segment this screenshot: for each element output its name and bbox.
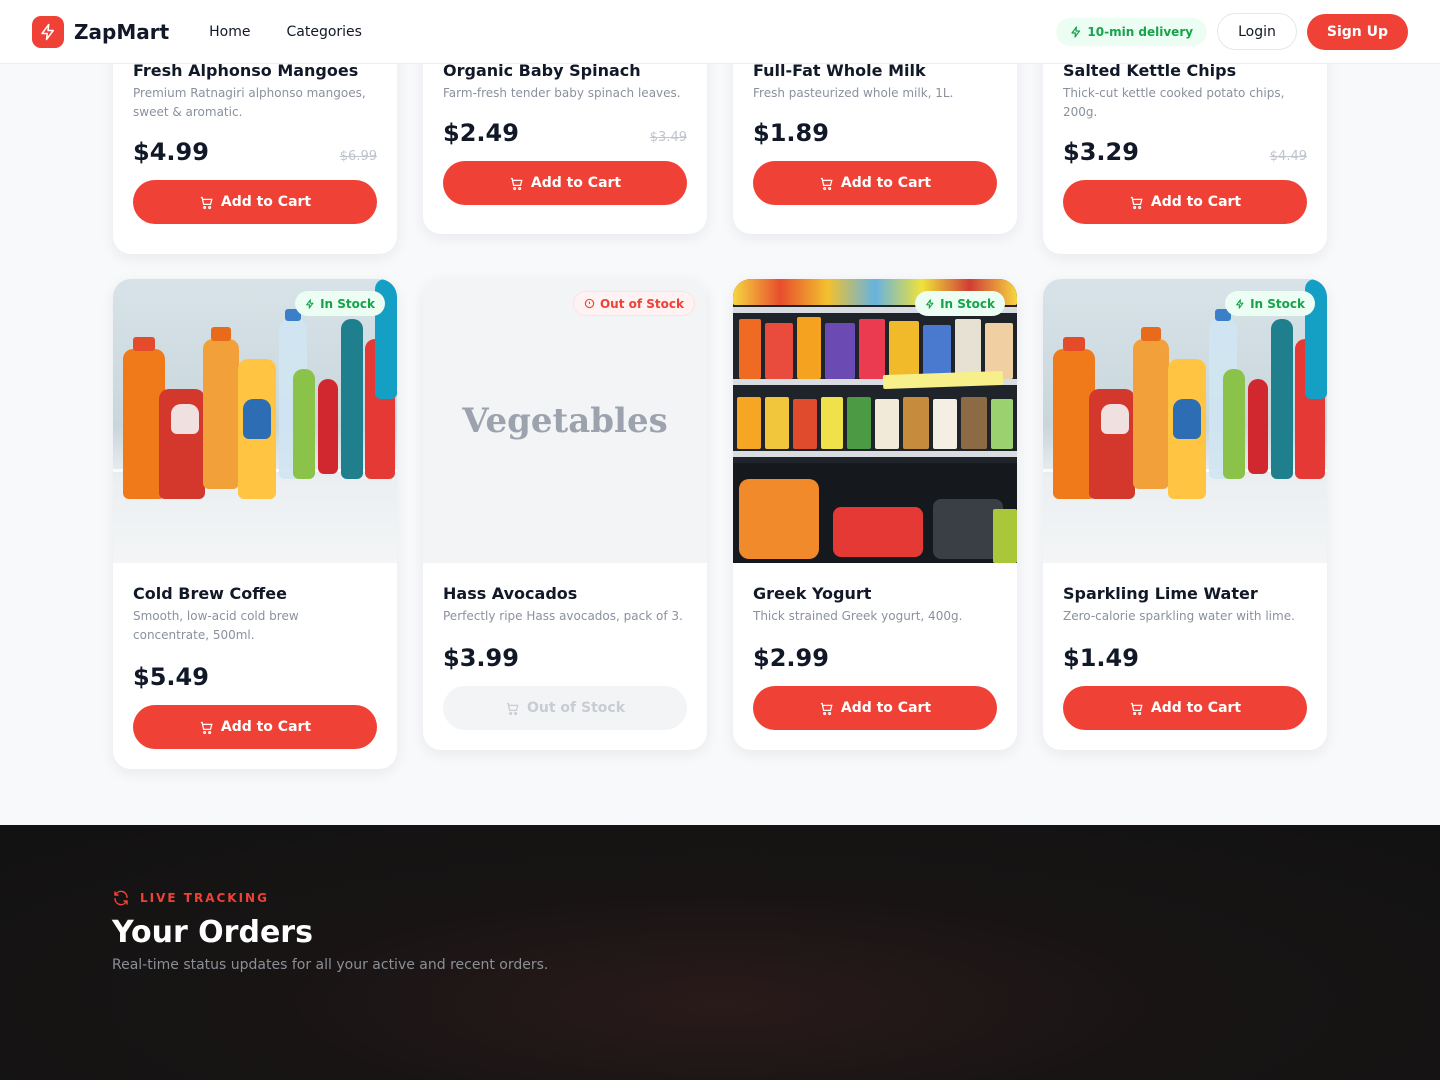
out-of-stock-label: Out of Stock — [526, 700, 626, 716]
product-description: Thick strained Greek yogurt, 400g. — [753, 609, 963, 623]
product-description: Farm-fresh tender baby spinach leaves. — [443, 86, 681, 100]
stock-badge-label: In Stock — [1250, 296, 1305, 311]
product-description: Zero-calorie sparkling water with lime. — [1063, 609, 1295, 623]
nav-link-home[interactable]: Home — [209, 24, 250, 40]
cart-icon — [820, 177, 833, 190]
cart-icon — [506, 702, 519, 715]
stock-badge-label: Out of Stock — [599, 296, 684, 311]
add-to-cart-label: Add to Cart — [840, 175, 932, 191]
add-to-cart-button[interactable]: Add to Cart — [133, 705, 377, 749]
stock-badge-label: In Stock — [940, 296, 995, 311]
orders-title: Your Orders — [112, 915, 313, 950]
lightning-icon — [32, 15, 64, 48]
cart-icon — [1130, 196, 1143, 209]
delivery-badge-label: 10-min delivery — [1087, 24, 1194, 39]
product-description: Premium Ratnagiri alphonso mangoes, swee… — [133, 86, 366, 119]
stock-badge: In Stock — [1225, 291, 1315, 316]
lightning-icon — [306, 298, 314, 309]
add-to-cart-button[interactable]: Add to Cart — [1063, 686, 1307, 730]
product-card: In Stock Greek Yogurt Thick strained Gre… — [733, 279, 1017, 750]
orders-subtitle: Real-time status updates for all your ac… — [112, 957, 549, 973]
alert-circle-icon — [584, 298, 595, 309]
brand-logo[interactable]: ZapMart — [32, 15, 170, 48]
product-price: $3.99 — [443, 644, 519, 672]
add-to-cart-button[interactable]: Add to Cart — [133, 180, 377, 224]
orders-section: LIVE TRACKING Your Orders Real-time stat… — [0, 825, 1440, 1080]
out-of-stock-button[interactable]: Out of Stock — [443, 686, 687, 730]
placeholder-label: Vegetables — [423, 279, 707, 563]
product-price: $2.49 — [443, 119, 519, 147]
orders-eyebrow: LIVE TRACKING — [112, 889, 269, 907]
product-description: Fresh pasteurized whole milk, 1L. — [753, 86, 954, 100]
lightning-icon — [926, 298, 934, 309]
add-to-cart-button[interactable]: Add to Cart — [1063, 180, 1307, 224]
cart-icon — [1130, 702, 1143, 715]
cart-icon — [200, 721, 213, 734]
product-old-price: $6.99 — [339, 149, 377, 164]
delivery-badge: 10-min delivery — [1056, 17, 1208, 46]
product-image[interactable]: In Stock — [1043, 279, 1327, 563]
add-to-cart-button[interactable]: Add to Cart — [443, 161, 687, 205]
stock-badge: Out of Stock — [572, 291, 695, 316]
nav-links: Home Categories — [209, 24, 362, 40]
product-image[interactable]: In Stock — [113, 279, 397, 563]
product-old-price: $3.49 — [649, 130, 687, 145]
stock-badge-label: In Stock — [320, 296, 375, 311]
add-to-cart-label: Add to Cart — [530, 175, 622, 191]
stock-badge: In Stock — [295, 291, 385, 316]
add-to-cart-label: Add to Cart — [1150, 194, 1242, 210]
product-title: Greek Yogurt — [753, 584, 872, 603]
cart-icon — [200, 196, 213, 209]
add-to-cart-label: Add to Cart — [1150, 700, 1242, 716]
product-description: Smooth, low-acid cold brew concentrate, … — [133, 609, 299, 642]
top-navbar: ZapMart Home Categories 10-min delivery … — [0, 0, 1440, 64]
product-title: Cold Brew Coffee — [133, 584, 287, 603]
cart-icon — [820, 702, 833, 715]
lightning-icon — [1071, 25, 1081, 38]
product-old-price: $4.49 — [1269, 149, 1307, 164]
add-to-cart-label: Add to Cart — [220, 719, 312, 735]
product-card: In Stock Cold Brew Coffee Smooth, low-ac… — [113, 279, 397, 769]
refresh-icon — [114, 890, 128, 906]
product-price: $2.99 — [753, 644, 829, 672]
add-to-cart-button[interactable]: Add to Cart — [753, 161, 997, 205]
orders-eyebrow-label: LIVE TRACKING — [140, 891, 269, 905]
cart-icon — [510, 177, 523, 190]
product-description: Thick-cut kettle cooked potato chips, 20… — [1063, 86, 1285, 119]
product-image[interactable]: In Stock — [733, 279, 1017, 563]
product-price: $3.29 — [1063, 138, 1139, 166]
brand-name: ZapMart — [74, 19, 170, 44]
product-title: Sparkling Lime Water — [1063, 584, 1258, 603]
add-to-cart-button[interactable]: Add to Cart — [753, 686, 997, 730]
add-to-cart-label: Add to Cart — [220, 194, 312, 210]
nav-actions: 10-min delivery Login Sign Up — [1056, 13, 1408, 50]
add-to-cart-label: Add to Cart — [840, 700, 932, 716]
lightning-icon — [1236, 298, 1244, 309]
product-card: Vegetables Out of Stock Hass Avocados Pe… — [423, 279, 707, 750]
login-button[interactable]: Login — [1217, 13, 1297, 50]
product-price: $4.99 — [133, 138, 209, 166]
signup-button[interactable]: Sign Up — [1306, 13, 1408, 50]
product-price: $5.49 — [133, 663, 209, 691]
stock-badge: In Stock — [915, 291, 1005, 316]
product-description: Perfectly ripe Hass avocados, pack of 3. — [443, 609, 683, 623]
product-price: $1.89 — [753, 119, 829, 147]
product-card: In Stock Sparkling Lime Water Zero-calor… — [1043, 279, 1327, 750]
nav-link-categories[interactable]: Categories — [286, 24, 361, 40]
product-title: Hass Avocados — [443, 584, 578, 603]
product-price: $1.49 — [1063, 644, 1139, 672]
product-image-placeholder[interactable]: Vegetables Out of Stock — [423, 279, 707, 563]
